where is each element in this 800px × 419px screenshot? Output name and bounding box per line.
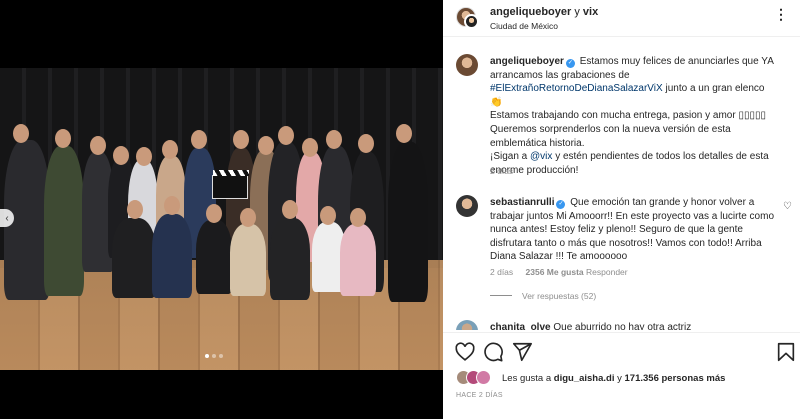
caption-username[interactable]: angeliqueboyer bbox=[490, 56, 564, 67]
post-side-panel: angeliqueboyer y vix Ciudad de México ⋮ … bbox=[443, 0, 800, 419]
liker-avatar bbox=[476, 370, 491, 385]
view-replies-button[interactable]: Ver respuestas (52) bbox=[490, 291, 596, 301]
post-header: angeliqueboyer y vix Ciudad de México ⋮ bbox=[443, 0, 800, 37]
caption-line: Estamos trabajando con mucha entrega, pa… bbox=[490, 110, 736, 122]
likes-prefix: Les gusta a bbox=[502, 373, 552, 384]
more-options-icon[interactable]: ⋮ bbox=[774, 6, 788, 23]
caption-line: Queremos sorprenderlos con la nueva vers… bbox=[490, 123, 731, 149]
carousel-dot bbox=[212, 354, 216, 358]
post-action-bar bbox=[443, 332, 800, 372]
comments-scroll-area[interactable]: angeliqueboyer ✓ Estamos muy felices de a… bbox=[443, 40, 800, 330]
post-authors: angeliqueboyer y vix bbox=[490, 6, 598, 18]
carousel-dot bbox=[205, 354, 209, 358]
liker-avatars bbox=[456, 370, 500, 386]
cast-member bbox=[152, 214, 192, 298]
cast-member-head bbox=[326, 130, 342, 149]
cast-member-head bbox=[55, 129, 71, 148]
cast-member bbox=[340, 224, 376, 296]
cast-member bbox=[270, 218, 310, 300]
cast-member-head bbox=[162, 140, 178, 159]
cast-member-head bbox=[164, 196, 180, 215]
collaborator-avatar[interactable] bbox=[464, 14, 479, 29]
cast-member-head bbox=[258, 136, 274, 155]
comment-body: Que aburrido no hay otra actriz bbox=[553, 322, 692, 330]
post-caption: angeliqueboyer ✓ Estamos muy felices de a… bbox=[443, 54, 800, 184]
comment-username[interactable]: chanita_olve bbox=[490, 322, 551, 330]
carousel-dot bbox=[219, 354, 223, 358]
comment-avatar[interactable] bbox=[456, 195, 478, 217]
caption-text: angeliqueboyer ✓ Estamos muy felices de a… bbox=[490, 55, 775, 177]
like-heart-icon[interactable] bbox=[454, 341, 476, 363]
cast-member-head bbox=[136, 147, 152, 166]
comment-item: chanita_olve Que aburrido no hay otra ac… bbox=[443, 320, 800, 330]
carousel-dots bbox=[205, 354, 223, 358]
collaborator-username[interactable]: vix bbox=[583, 6, 598, 18]
comment-meta: 2 días 2356 Me gusta Responder bbox=[490, 267, 628, 277]
cast-member bbox=[230, 224, 266, 296]
cast-member-head bbox=[233, 130, 249, 149]
cast-member bbox=[44, 146, 84, 296]
post-photo[interactable] bbox=[0, 68, 443, 370]
post-date: HACE 2 DÍAS bbox=[456, 392, 503, 399]
comment-time: 2 días bbox=[490, 267, 514, 277]
post-location[interactable]: Ciudad de México bbox=[490, 21, 558, 31]
caption-author-avatar[interactable] bbox=[456, 54, 478, 76]
cast-member bbox=[388, 142, 428, 302]
cast-member-head bbox=[206, 204, 222, 223]
share-send-icon[interactable] bbox=[511, 341, 533, 363]
like-comment-heart-icon[interactable]: ♡ bbox=[783, 201, 792, 212]
comment-avatar[interactable] bbox=[456, 320, 478, 330]
comment-username[interactable]: sebastianrulli bbox=[490, 197, 554, 208]
authors-connector: y bbox=[574, 6, 580, 18]
cast-member bbox=[112, 218, 156, 298]
author-username[interactable]: angeliqueboyer bbox=[490, 6, 571, 18]
cast-member-head bbox=[278, 126, 294, 145]
instagram-post-view: ‹ angeliqueboyer y vix Ciudad de México … bbox=[0, 0, 800, 419]
cast-member-head bbox=[191, 130, 207, 149]
likes-others-count[interactable]: 171.356 personas más bbox=[625, 373, 726, 384]
verified-badge-icon: ✓ bbox=[556, 200, 566, 209]
hashtag-link[interactable]: #ElExtrañoRetornoDeDianaSalazarViX bbox=[490, 83, 663, 94]
cast-member-head bbox=[90, 136, 106, 155]
cast-member-head bbox=[113, 146, 129, 165]
cast-member-head bbox=[13, 124, 29, 143]
likes-text: Les gusta a digu_aisha.di y 171.356 pers… bbox=[502, 373, 725, 384]
cast-member-head bbox=[302, 138, 318, 157]
caption-emojis: ▯▯▯▯▯ bbox=[738, 110, 766, 122]
caption-time: 2 días bbox=[490, 166, 514, 176]
caption-line: ¡Sigan a bbox=[490, 151, 528, 163]
chevron-left-icon: ‹ bbox=[5, 212, 9, 224]
likes-connector: y bbox=[617, 373, 622, 384]
cast-member-head bbox=[240, 208, 256, 227]
comment-bubble-icon[interactable] bbox=[482, 341, 504, 363]
comment-likes[interactable]: 2356 Me gusta bbox=[526, 267, 584, 277]
media-pane: ‹ bbox=[0, 0, 443, 419]
cast-member bbox=[196, 220, 232, 294]
cast-member-head bbox=[350, 208, 366, 227]
cast-member-head bbox=[282, 200, 298, 219]
cast-member-head bbox=[396, 124, 412, 143]
comment-text: sebastianrulli ✓ Que emoción tan grande y… bbox=[490, 196, 775, 264]
cast-member-head bbox=[320, 206, 336, 225]
cast-member-head bbox=[358, 134, 374, 153]
verified-badge-icon: ✓ bbox=[565, 59, 575, 68]
cast-member-head bbox=[127, 200, 143, 219]
comment-reply-button[interactable]: Responder bbox=[586, 267, 628, 277]
likes-summary: Les gusta a digu_aisha.di y 171.356 pers… bbox=[456, 370, 791, 388]
comment-text: chanita_olve Que aburrido no hay otra ac… bbox=[490, 321, 775, 330]
liker-username[interactable]: digu_aisha.di bbox=[554, 373, 615, 384]
film-clapperboard bbox=[212, 170, 249, 199]
save-bookmark-icon[interactable] bbox=[775, 341, 797, 363]
mention-link[interactable]: @vix bbox=[530, 151, 552, 162]
